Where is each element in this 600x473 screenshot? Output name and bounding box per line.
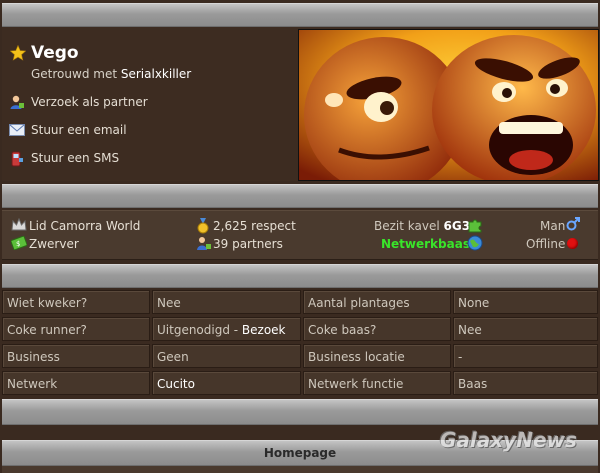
table-cell-value: Nee <box>453 317 598 341</box>
table-cell-key: Coke baas? <box>303 317 451 341</box>
gender-label: Man <box>540 219 566 233</box>
profile-photo <box>298 29 599 181</box>
section-divider-bar-3 <box>2 399 598 425</box>
table-cell-key: Wiet kweker? <box>2 290 150 314</box>
table-cell-key: Netwerk <box>2 371 150 395</box>
section-divider-bar <box>2 184 598 208</box>
footer-strip <box>2 466 598 473</box>
status-dot-icon <box>567 238 578 249</box>
table-cell-key: Business locatie <box>303 344 451 368</box>
table-cell-value: Baas <box>453 371 598 395</box>
male-icon <box>566 217 580 234</box>
status-label: Offline <box>526 237 566 251</box>
rank-label: Zwerver <box>29 237 79 251</box>
globe-icon <box>467 235 483 254</box>
galaxynews-watermark: GalaxyNews <box>440 428 577 452</box>
table-cell-key: Aantal plantages <box>303 290 451 314</box>
medal-icon <box>196 218 210 237</box>
partners-icon <box>196 236 212 253</box>
table-cell-value: None <box>453 290 598 314</box>
network-role[interactable]: Netwerkbaas <box>381 237 470 251</box>
top-header-bar <box>2 3 598 27</box>
crown-icon <box>11 217 27 235</box>
married-line: Getrouwd met Serialxkiller <box>31 67 191 81</box>
section-divider-bar-2 <box>2 264 598 288</box>
star-icon <box>9 44 27 64</box>
send-sms-link[interactable]: Stuur een SMS <box>31 151 119 165</box>
visit-link[interactable]: Bezoek <box>242 323 286 337</box>
email-icon <box>9 124 25 139</box>
svg-text:$: $ <box>16 240 20 248</box>
table-cell-value: Uitgenodigd - Bezoek <box>152 317 301 341</box>
table-cell-value: Nee <box>152 290 301 314</box>
table-cell-key: Business <box>2 344 150 368</box>
homepage-label: Homepage <box>263 446 337 460</box>
send-email-link[interactable]: Stuur een email <box>31 123 127 137</box>
puzzle-icon <box>467 217 483 236</box>
membership-label: Lid Camorra World <box>29 219 141 233</box>
married-prefix: Getrouwd met <box>31 67 118 81</box>
stats-strip <box>2 210 598 260</box>
partners-count: 39 partners <box>213 237 283 251</box>
table-cell-key: Netwerk functie <box>303 371 451 395</box>
respect-count: 2,625 respect <box>213 219 296 233</box>
network-name-link[interactable]: Cucito <box>152 371 301 395</box>
partner-request-link[interactable]: Verzoek als partner <box>31 95 148 109</box>
rank-icon: $ <box>10 235 28 253</box>
profile-name: Vego <box>31 43 79 63</box>
invited-text: Uitgenodigd - <box>157 323 242 337</box>
table-cell-key: Coke runner? <box>2 317 150 341</box>
plot-prefix: Bezit kavel <box>374 219 440 233</box>
table-cell-value: - <box>453 344 598 368</box>
plot-info: Bezit kavel 6G3 <box>374 219 470 233</box>
partner-request-icon <box>9 94 25 113</box>
spouse-link[interactable]: Serialxkiller <box>121 67 191 81</box>
table-cell-value: Geen <box>152 344 301 368</box>
phone-sms-icon <box>10 151 24 170</box>
